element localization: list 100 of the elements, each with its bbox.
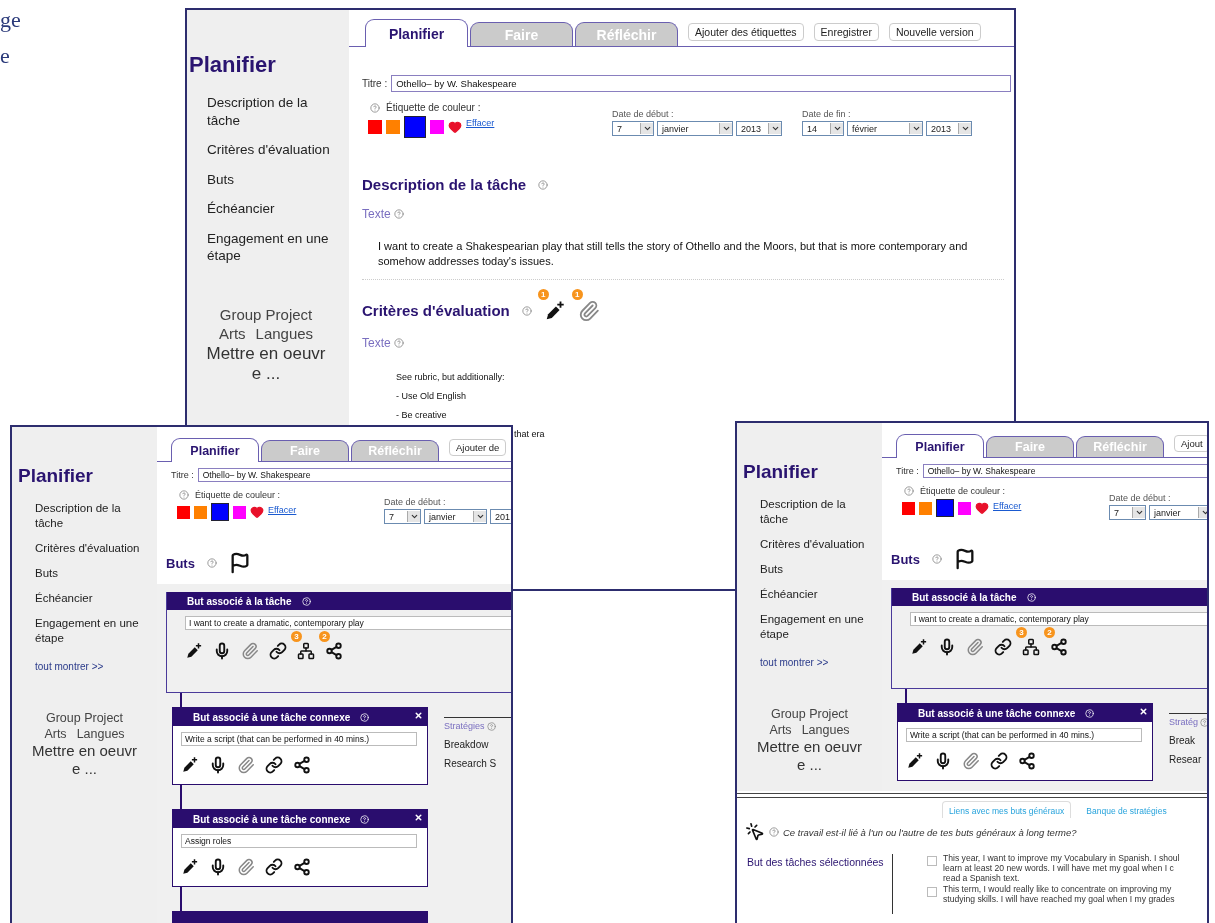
tab[interactable]: Planifier [171,438,259,462]
microphone-icon[interactable] [938,638,956,656]
sidebar-item[interactable]: Engagement en une étape [760,611,876,642]
sidebar-item[interactable]: Critères d'évaluation [207,141,343,159]
share-icon[interactable] [293,858,311,876]
date-select[interactable]: 7 [612,121,654,136]
link-icon[interactable] [994,638,1012,656]
tab[interactable]: Planifier [896,434,984,458]
heart-icon[interactable] [975,501,989,515]
paperclip-icon[interactable] [577,299,600,322]
date-select[interactable]: janvier [657,121,733,136]
heart-icon[interactable] [250,505,264,519]
color-swatch[interactable] [936,499,954,517]
strategy-item[interactable]: Resear [1169,754,1207,765]
checkbox[interactable] [927,886,937,897]
date-select[interactable]: 14 [802,121,844,136]
link-icon[interactable] [990,752,1008,770]
share-icon[interactable] [293,756,311,774]
paperclip-icon[interactable] [237,756,255,774]
toolbar-button[interactable]: Enregistrer [813,23,879,41]
sidebar-item[interactable]: Buts [35,565,151,581]
toolbar-button[interactable]: Ajouter des étiquettes [688,23,804,41]
strategy-item[interactable]: Breakdow [444,739,511,750]
color-swatch[interactable] [194,505,207,519]
microphone-icon[interactable] [934,752,952,770]
sidebar-item[interactable]: Critères d'évaluation [760,536,876,552]
color-swatch[interactable] [919,501,932,515]
strategy-item[interactable]: Break [1169,735,1207,746]
toolbar-button[interactable]: Ajouter de [449,439,507,456]
color-swatch[interactable] [404,116,426,138]
clear-link[interactable]: Effacer [268,505,297,515]
pencil-plus-icon[interactable] [181,756,199,774]
share-icon[interactable] [325,642,343,660]
sidebar-item[interactable]: Critères d'évaluation [35,540,151,556]
date-select[interactable]: 7 [384,509,421,524]
toolbar-button[interactable]: Ajout [1174,435,1207,452]
hierarchy-icon[interactable] [1022,638,1040,656]
strategy-item[interactable]: Research S [444,758,511,769]
microphone-icon[interactable] [209,858,227,876]
checkbox[interactable] [927,856,937,866]
color-swatch[interactable] [233,505,246,519]
clear-link[interactable]: Effacer [466,118,495,128]
close-icon[interactable] [1139,707,1148,716]
title-field[interactable]: Othello– by W. Shakespeare [391,75,1011,92]
date-select[interactable]: janvier [424,509,487,524]
pencil-plus-icon[interactable] [910,638,928,656]
date-label: Date de fin : [802,109,852,119]
goal-field[interactable]: I want to create a dramatic, contemporary play [910,612,1207,626]
color-swatch[interactable] [177,505,190,519]
hierarchy-icon[interactable] [297,642,315,660]
sidebar-item[interactable]: Buts [207,170,343,189]
share-icon[interactable] [1018,752,1036,770]
date-select[interactable]: 2013 [926,121,972,136]
paperclip-icon[interactable] [966,638,984,656]
paperclip-icon[interactable] [962,752,980,770]
goal-field[interactable]: I want to create a dramatic, contemporary play [185,616,511,630]
toolbar-button[interactable]: Nouvelle version [888,23,981,41]
color-swatch[interactable] [368,120,382,134]
goal-field[interactable]: Write a script (that can be performed in 40 mins.) [906,728,1142,742]
tab[interactable]: Planifier [365,19,468,47]
pencil-plus-icon[interactable] [181,858,199,876]
date-select[interactable]: 201 [490,509,511,524]
link-icon[interactable] [265,858,283,876]
close-icon[interactable] [414,813,423,822]
sidebar-item[interactable]: Engagement en une étape [207,229,343,265]
link-icon[interactable] [269,642,287,660]
heart-icon[interactable] [448,120,462,134]
color-swatch[interactable] [430,120,444,134]
pencil-plus-icon[interactable] [906,752,924,770]
sidebar-item[interactable]: Échéancier [760,586,876,602]
show-all-link[interactable]: tout montrer >> [35,660,104,672]
sidebar-item[interactable]: Description de la tâche [760,497,876,527]
sidebar-item[interactable]: Échéancier [207,200,343,218]
share-icon[interactable] [1050,638,1068,656]
close-icon[interactable] [414,711,423,720]
color-swatch[interactable] [386,120,400,134]
date-select[interactable]: février [847,121,923,136]
goal-field[interactable]: Write a script (that can be performed in 40 mins.) [181,732,417,746]
color-swatch[interactable] [902,501,915,515]
goal-field[interactable]: Assign roles [181,834,417,848]
date-select[interactable]: 7 [1109,505,1146,520]
title-field[interactable]: Othello– by W. Shakespeare [197,468,511,482]
paperclip-icon[interactable] [237,858,255,876]
sidebar-item[interactable]: Engagement en une étape [35,615,151,646]
color-swatch[interactable] [958,501,971,515]
show-all-link[interactable]: tout montrer >> [760,656,829,668]
sidebar-item[interactable]: Description de la tâche [207,94,343,130]
sidebar-item[interactable]: Description de la tâche [35,501,151,531]
microphone-icon[interactable] [209,756,227,774]
microphone-icon[interactable] [213,642,231,660]
link-icon[interactable] [265,756,283,774]
clear-link[interactable]: Effacer [993,501,1022,511]
date-select[interactable]: janvier [1149,505,1207,520]
title-field[interactable]: Othello– by W. Shakespeare [922,464,1207,478]
color-swatch[interactable] [211,503,229,521]
pencil-plus-icon[interactable] [185,642,203,660]
paperclip-icon[interactable] [241,642,259,660]
sidebar-item[interactable]: Buts [760,561,876,577]
date-select[interactable]: 2013 [736,121,782,136]
sidebar-item[interactable]: Échéancier [35,590,151,606]
